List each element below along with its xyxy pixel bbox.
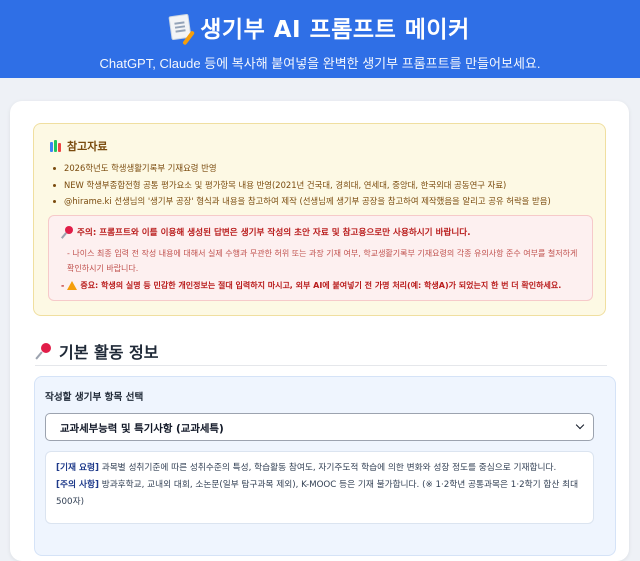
warning-important: - 중요: 학생의 실명 등 민감한 개인정보는 절대 입력하지 마시고, 외부… xyxy=(61,280,580,291)
caution-text: 방과후학교, 교내외 대회, 소논문(일부 탐구과목 제외), K-MOOC 등… xyxy=(56,480,579,507)
reference-item: NEW 학생부종합전형 공통 평가요소 및 평가항목 내용 반영(2021년 건… xyxy=(50,180,589,191)
warning-important-text: 중요: 학생의 실명 등 민감한 개인정보는 절대 입력하지 마시고, 외부 A… xyxy=(80,281,562,290)
warning-dash: - xyxy=(61,281,65,290)
guidance-text: 과목별 성취기준에 따른 성취수준의 특성, 학습활동 참여도, 자기주도적 학… xyxy=(98,463,557,473)
caution-tag: [주의 사항] xyxy=(56,480,99,490)
reference-item: 2026학년도 학생생활기록부 기재요령 반영 xyxy=(50,163,589,174)
page-subtitle: ChatGPT, Claude 등에 복사해 붙여넣을 완벽한 생기부 프롬프트… xyxy=(99,56,541,71)
item-select-value: 교과세부능력 및 특기사항 (교과세특) xyxy=(60,422,224,435)
chevron-down-icon xyxy=(575,420,585,430)
warning-title-text: 주의: 프롬프트와 이를 이용해 생성된 답변은 생기부 작성의 초안 자료 및… xyxy=(77,228,471,238)
app-header: 생기부 AI 프롬프트 메이커 ChatGPT, Claude 등에 복사해 붙… xyxy=(0,0,640,78)
page-title: 생기부 AI 프롬프트 메이커 xyxy=(200,17,470,43)
item-select-panel: 작성할 생기부 항목 선택 교과세부능력 및 특기사항 (교과세특) [기재 요… xyxy=(34,376,616,556)
section-divider xyxy=(35,365,607,366)
guidance-tag: [기재 요령] xyxy=(56,463,99,473)
pushpin-icon xyxy=(35,343,51,360)
reference-list: 2026학년도 학생생활기록부 기재요령 반영 NEW 학생부종합전형 공통 평… xyxy=(50,163,589,207)
warning-box: 주의: 프롬프트와 이를 이용해 생성된 답변은 생기부 작성의 초안 자료 및… xyxy=(48,215,593,301)
warning-body: - 나이스 최종 입력 전 작성 내용에 대해서 실제 수행과 무관한 허위 또… xyxy=(67,249,578,273)
reference-title-text: 참고자료 xyxy=(67,140,108,153)
item-guidance-box: [기재 요령] 과목별 성취기준에 따른 성취수준의 특성, 학습활동 참여도,… xyxy=(45,451,594,524)
section-heading-text: 기본 활동 정보 xyxy=(59,343,159,362)
item-select-label: 작성할 생기부 항목 선택 xyxy=(45,392,144,403)
header-title-row: 생기부 AI 프롬프트 메이커 xyxy=(0,10,640,44)
main-card: 참고자료 2026학년도 학생생활기록부 기재요령 반영 NEW 학생부종합전형… xyxy=(10,101,629,561)
warning-title: 주의: 프롬프트와 이를 이용해 생성된 답변은 생기부 작성의 초안 자료 및… xyxy=(60,226,580,239)
pushpin-icon xyxy=(60,226,73,239)
memo-icon xyxy=(168,13,192,41)
reference-title: 참고자료 xyxy=(50,138,589,154)
section-heading: 기본 활동 정보 xyxy=(35,339,158,363)
warning-icon xyxy=(67,281,78,290)
reference-box: 참고자료 2026학년도 학생생활기록부 기재요령 반영 NEW 학생부종합전형… xyxy=(33,123,606,316)
item-select-dropdown[interactable]: 교과세부능력 및 특기사항 (교과세특) xyxy=(45,413,594,441)
reference-item: @hirame.ki 선생님의 '생기부 공장' 형식과 내용을 참고하여 제작… xyxy=(50,196,589,207)
books-icon xyxy=(50,140,61,152)
